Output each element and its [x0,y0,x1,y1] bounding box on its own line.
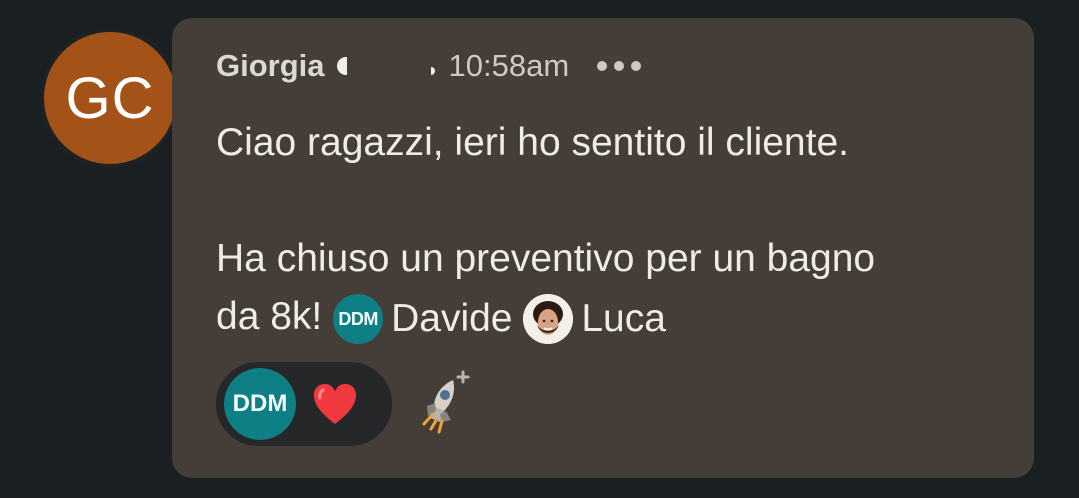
message-line-1: Ciao ragazzi, ieri ho sentito il cliente… [216,121,849,164]
message-line-3: da 8k! DDM Davide Luca [216,288,996,348]
reaction-avatar-ddm-initials: DDM [232,390,288,417]
sender-avatar[interactable]: GC [40,28,180,168]
message-line-2: Ha chiuso un preventivo per un bagno [216,237,876,280]
add-reaction-icon[interactable] [414,364,484,444]
more-icon[interactable] [597,54,642,78]
mention-avatar-ddm: DDM [333,293,384,344]
status-badge [335,53,435,79]
message-body: Ciao ragazzi, ieri ho sentito il cliente… [216,114,996,348]
sender-avatar-initials: GC [65,65,155,131]
message-bubble: Giorgia 10:58am Ciao ragazzi, ieri ho se… [172,18,1034,478]
mention-avatar-luca [523,293,574,344]
sender-name[interactable]: Giorgia [216,48,325,84]
mention-davide[interactable]: DDM Davide [333,290,513,348]
message-time: 10:58am [448,48,570,83]
message-line-3-text: da 8k! [216,295,323,338]
mention-luca[interactable]: Luca [523,290,666,348]
reaction-pill[interactable]: DDM [216,362,392,446]
heart-icon [306,375,364,433]
mention-avatar-ddm-initials: DDM [338,308,378,329]
mention-name-luca: Luca [581,296,666,340]
mention-name-davide: Davide [391,296,513,340]
reaction-bar: DDM [216,362,484,446]
message-header: Giorgia 10:58am [216,46,642,86]
reaction-avatar-ddm: DDM [224,368,296,440]
